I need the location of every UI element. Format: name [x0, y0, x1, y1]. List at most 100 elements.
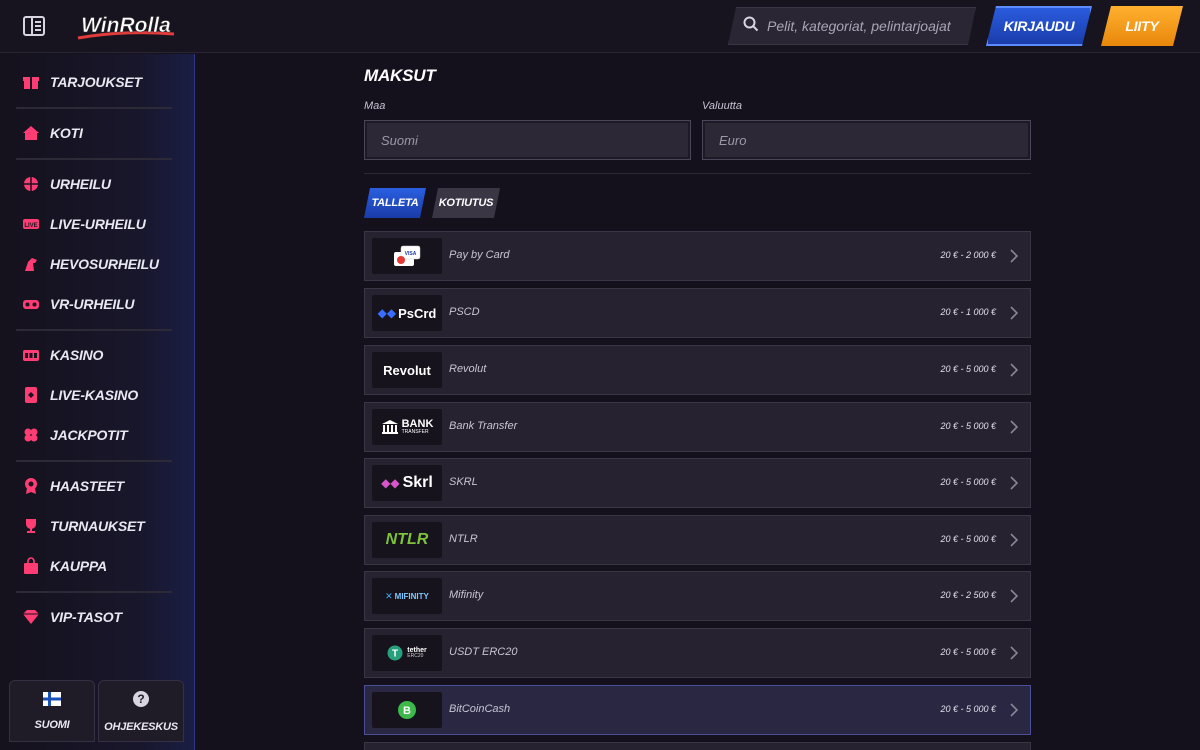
sidebar-item-label: Urheilu [50, 176, 111, 192]
payment-method-name: USDT ERC20 [449, 646, 518, 658]
gift-icon [22, 73, 40, 91]
section-divider [364, 173, 1031, 174]
payment-method-limits: 20 € - 2 500 € [940, 590, 996, 600]
payment-method-name: BitCoinCash [449, 703, 511, 715]
payment-method-row[interactable]: ◆◆ PsCrd PSCD 20 € - 1 000 € [364, 288, 1031, 338]
payment-method-limits: 20 € - 2 000 € [940, 250, 996, 260]
chevron-right-icon [1010, 476, 1019, 490]
sidebar-item-urheilu[interactable]: Urheilu [22, 172, 111, 196]
pscrd-logo: ◆◆ PsCrd [372, 295, 442, 331]
payment-method-name: Revolut [449, 363, 487, 375]
chevron-right-icon [1010, 363, 1019, 377]
bank-transfer-logo: BANK TRANSFER [372, 409, 442, 445]
payment-method-row-partial[interactable] [364, 742, 1031, 750]
payment-method-row[interactable]: ◆◆ Skrl SKRL 20 € - 5 000 € [364, 458, 1031, 508]
sidebar-item-label: Hevosurheilu [50, 256, 159, 272]
currency-select[interactable]: Euro [702, 120, 1031, 160]
payment-method-name: SKRL [449, 476, 478, 488]
vr-icon [22, 295, 40, 313]
sidebar-item-kauppa[interactable]: Kauppa [22, 554, 107, 578]
help-center-button[interactable]: ? Ohjekeskus [98, 680, 184, 742]
sidebar-item-vip-tasot[interactable]: VIP-tasot [22, 605, 122, 629]
svg-text:T: T [392, 649, 398, 660]
sidebar-item-label: VR-urheilu [50, 296, 135, 312]
logo-text: WinRolla [81, 14, 171, 37]
sidebar-item-turnaukset[interactable]: Turnaukset [22, 514, 145, 538]
sidebar-item-tarjoukset[interactable]: Tarjoukset [22, 70, 142, 94]
tab-deposit[interactable]: Talleta [364, 188, 426, 218]
sidebar-item-label: Turnaukset [50, 518, 145, 534]
bag-icon [22, 557, 40, 575]
language-button[interactable]: Suomi [9, 680, 95, 742]
sidebar-item-label: Live-urheilu [50, 216, 146, 232]
payment-method-name: Mifinity [449, 589, 484, 601]
card-icon [22, 386, 40, 404]
payment-method-limits: 20 € - 5 000 € [940, 364, 996, 374]
svg-text:B: B [403, 705, 411, 717]
sidebar-item-haasteet[interactable]: Haasteet [22, 474, 124, 498]
sidebar-item-live-urheilu[interactable]: LIVE Live-urheilu [22, 212, 146, 236]
skrl-logo: ◆◆ Skrl [372, 465, 442, 501]
chevron-right-icon [1010, 703, 1019, 717]
sidebar: Tarjoukset Koti Urheilu LIVE Live-urheil… [0, 54, 195, 750]
horse-icon [22, 255, 40, 273]
chevron-right-icon [1010, 533, 1019, 547]
payment-method-name: PSCD [449, 306, 480, 318]
ntlr-logo: NTLR [372, 522, 442, 558]
sidebar-divider [16, 460, 172, 462]
ball-icon [22, 175, 40, 193]
join-button[interactable]: Liity [1101, 6, 1183, 46]
sidebar-divider [16, 158, 172, 160]
payments-panel: Maksut Maa Suomi Valuutta Euro Talleta K… [364, 54, 1031, 750]
page-title: Maksut [364, 66, 436, 85]
search-box[interactable] [728, 7, 976, 45]
login-button[interactable]: Kirjaudu [986, 6, 1092, 46]
country-value: Suomi [381, 132, 418, 148]
svg-text:LIVE: LIVE [24, 223, 37, 229]
search-input[interactable] [767, 18, 967, 34]
svg-text:VISA: VISA [405, 251, 417, 257]
sidebar-divider [16, 591, 172, 593]
sidebar-item-live-kasino[interactable]: Live-kasino [22, 383, 138, 407]
payment-method-row[interactable]: NTLR NTLR 20 € - 5 000 € [364, 515, 1031, 565]
payment-method-row[interactable]: ✕ MIFINITY Mifinity 20 € - 2 500 € [364, 571, 1031, 621]
payment-method-limits: 20 € - 5 000 € [940, 704, 996, 714]
badge-icon [22, 477, 40, 495]
chevron-right-icon [1010, 249, 1019, 263]
language-label: Suomi [34, 718, 70, 731]
home-icon [22, 124, 40, 142]
card-payment-logo: VISA [372, 238, 442, 274]
payment-method-limits: 20 € - 5 000 € [940, 647, 996, 657]
chevron-right-icon [1010, 306, 1019, 320]
sidebar-item-label: Kauppa [50, 558, 107, 574]
payment-method-row[interactable]: Revolut Revolut 20 € - 5 000 € [364, 345, 1031, 395]
payment-method-row[interactable]: VISA Pay by Card 20 € - 2 000 € [364, 231, 1031, 281]
live-icon: LIVE [22, 215, 40, 233]
payment-method-row[interactable]: B BitCoinCash 20 € - 5 000 € [364, 685, 1031, 735]
sidebar-divider [16, 329, 172, 331]
diamond-icon [22, 608, 40, 626]
tab-withdraw[interactable]: Kotiutus [432, 188, 500, 218]
payment-method-limits: 20 € - 1 000 € [940, 307, 996, 317]
sidebar-item-hevosurheilu[interactable]: Hevosurheilu [22, 252, 159, 276]
payment-method-name: Pay by Card [449, 249, 510, 261]
country-select[interactable]: Suomi [364, 120, 691, 160]
payment-method-row[interactable]: T tether ERC20 USDT ERC20 20 € - 5 000 € [364, 628, 1031, 678]
payment-method-limits: 20 € - 5 000 € [940, 534, 996, 544]
sidebar-item-vr-urheilu[interactable]: VR-urheilu [22, 292, 135, 316]
sidebar-item-kasino[interactable]: Kasino [22, 343, 103, 367]
sidebar-item-jackpotit[interactable]: Jackpotit [22, 423, 128, 447]
payment-method-limits: 20 € - 5 000 € [940, 477, 996, 487]
finland-flag-icon [43, 691, 61, 711]
sidebar-item-label: Jackpotit [50, 427, 128, 443]
sidebar-item-koti[interactable]: Koti [22, 121, 83, 145]
payment-method-name: Bank Transfer [449, 420, 518, 432]
revolut-logo: Revolut [372, 352, 442, 388]
trophy-icon [22, 517, 40, 535]
help-center-label: Ohjekeskus [104, 720, 178, 733]
menu-toggle-icon[interactable] [22, 15, 46, 37]
chevron-right-icon [1010, 646, 1019, 660]
winrolla-logo[interactable]: WinRolla [74, 8, 178, 44]
payment-method-row[interactable]: BANK TRANSFER Bank Transfer 20 € - 5 000… [364, 402, 1031, 452]
sidebar-item-label: Tarjoukset [50, 74, 142, 90]
